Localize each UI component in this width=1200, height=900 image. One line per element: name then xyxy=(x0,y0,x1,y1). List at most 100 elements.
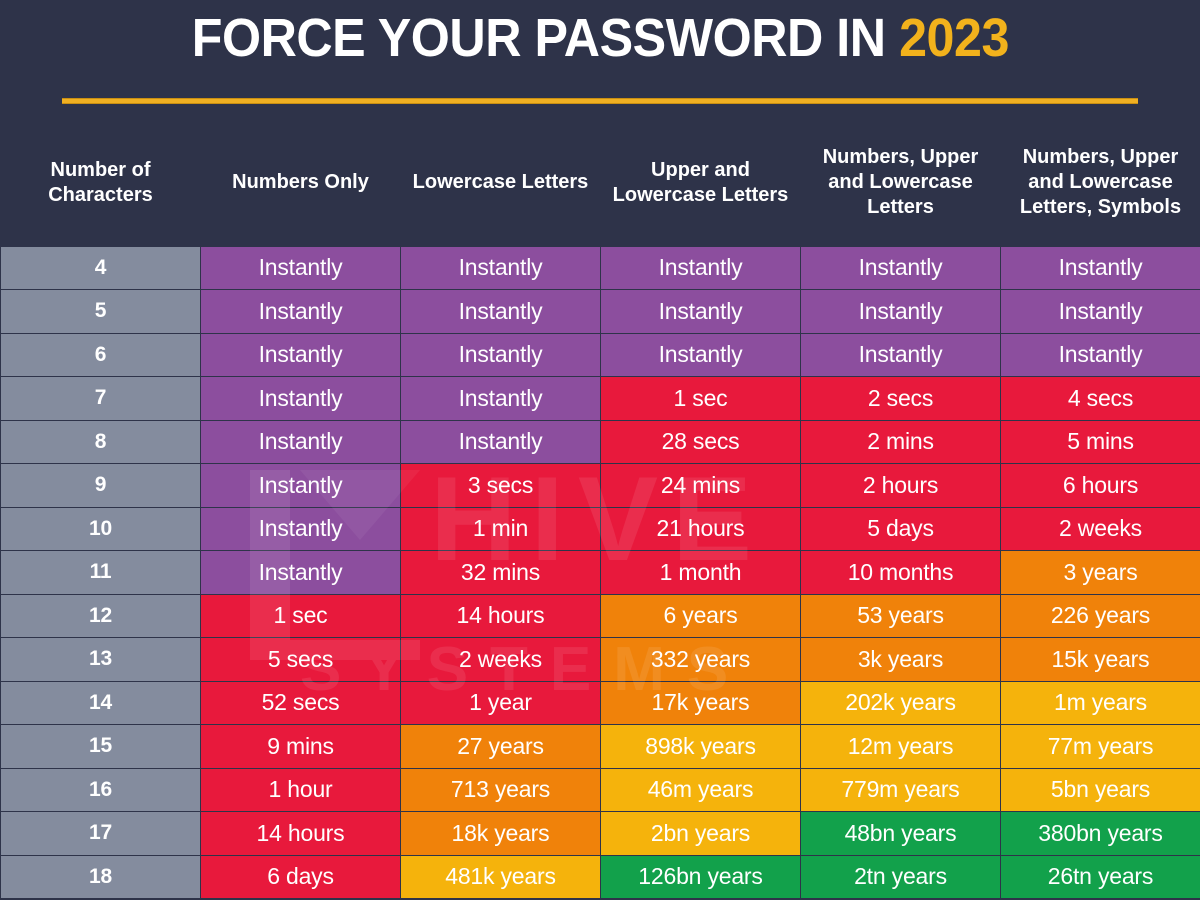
crack-time-cell: 14 hours xyxy=(200,811,401,856)
crack-time-cell: 380bn years xyxy=(1000,811,1200,856)
crack-time-cell: 481k years xyxy=(400,854,601,899)
column-header-number-of-characters: Number of Characters xyxy=(0,128,201,246)
column-header-lowercase-letters: Lowercase Letters xyxy=(400,128,601,246)
crack-time-cell: 2bn years xyxy=(600,811,801,856)
crack-time-cell: 12m years xyxy=(800,724,1001,769)
crack-time-cell: Instantly xyxy=(200,245,401,290)
table-row: 16 1 hour 713 years 46m years 779m years 5bn … xyxy=(0,767,1200,812)
row-header-character-count: 6 xyxy=(0,332,201,377)
crack-time-cell: 52 secs xyxy=(200,680,401,725)
crack-time-cell: 18k years xyxy=(400,811,601,856)
crack-time-cell: 713 years xyxy=(400,767,601,812)
crack-time-cell: Instantly xyxy=(400,289,601,334)
crack-time-cell: 77m years xyxy=(1000,724,1200,769)
crack-time-cell: 202k years xyxy=(800,680,1001,725)
crack-time-cell: 5bn years xyxy=(1000,767,1200,812)
table-row: 5 Instantly Instantly Instantly Instantly Ins… xyxy=(0,289,1200,334)
crack-time-cell: 2 weeks xyxy=(400,637,601,682)
row-header-character-count: 16 xyxy=(0,767,201,812)
crack-time-cell: 5 mins xyxy=(1000,419,1200,464)
column-header-numbers-upper-lower-symbols: Numbers, Upper and Lowercase Letters, Sy… xyxy=(1000,128,1200,246)
crack-time-cell: Instantly xyxy=(1000,289,1200,334)
crack-time-cell: 1m years xyxy=(1000,680,1200,725)
crack-time-cell: Instantly xyxy=(200,550,401,595)
crack-time-cell: 1 year xyxy=(400,680,601,725)
crack-time-cell: 17k years xyxy=(600,680,801,725)
table-row: 18 6 days 481k years 126bn years 2tn years 26… xyxy=(0,854,1200,899)
table-row: 7 Instantly Instantly 1 sec 2 secs 4 secs xyxy=(0,376,1200,421)
crack-time-cell: 5 days xyxy=(800,506,1001,551)
table-row: 11 Instantly 32 mins 1 month 10 months 3 year… xyxy=(0,550,1200,595)
row-header-character-count: 8 xyxy=(0,419,201,464)
crack-time-cell: 6 hours xyxy=(1000,463,1200,508)
crack-time-cell: Instantly xyxy=(600,332,801,377)
crack-time-cell: 2 mins xyxy=(800,419,1001,464)
column-header-numbers-only: Numbers Only xyxy=(200,128,401,246)
crack-time-cell: Instantly xyxy=(200,332,401,377)
page-title-year: 2023 xyxy=(898,8,1009,68)
crack-time-cell: 2 weeks xyxy=(1000,506,1200,551)
row-header-character-count: 7 xyxy=(0,376,201,421)
row-header-character-count: 11 xyxy=(0,550,201,595)
row-header-character-count: 10 xyxy=(0,506,201,551)
column-header-upper-lowercase: Upper and Lowercase Letters xyxy=(600,128,801,246)
table-header: Number of Characters Numbers Only Lowerc… xyxy=(0,128,1200,246)
crack-time-cell: Instantly xyxy=(800,245,1001,290)
crack-time-cell: 10 months xyxy=(800,550,1001,595)
crack-time-cell: 898k years xyxy=(600,724,801,769)
crack-time-cell: Instantly xyxy=(600,289,801,334)
page-title: FORCE YOUR PASSWORD IN 2023 xyxy=(191,8,1009,68)
crack-time-cell: Instantly xyxy=(1000,332,1200,377)
row-header-character-count: 14 xyxy=(0,680,201,725)
crack-time-cell: 46m years xyxy=(600,767,801,812)
page-title-bar: FORCE YOUR PASSWORD IN 2023 xyxy=(0,0,1200,88)
table-row: 12 1 sec 14 hours 6 years 53 years 226 years xyxy=(0,593,1200,638)
row-header-character-count: 17 xyxy=(0,811,201,856)
crack-time-cell: 28 secs xyxy=(600,419,801,464)
crack-time-cell: Instantly xyxy=(1000,245,1200,290)
row-header-character-count: 4 xyxy=(0,245,201,290)
crack-time-cell: 48bn years xyxy=(800,811,1001,856)
row-header-character-count: 5 xyxy=(0,289,201,334)
crack-time-cell: 2 hours xyxy=(800,463,1001,508)
crack-time-cell: 126bn years xyxy=(600,854,801,899)
row-header-character-count: 15 xyxy=(0,724,201,769)
table-header-row: Number of Characters Numbers Only Lowerc… xyxy=(0,128,1200,246)
crack-time-cell: 3 secs xyxy=(400,463,601,508)
crack-time-cell: 3 years xyxy=(1000,550,1200,595)
crack-time-cell: 53 years xyxy=(800,593,1001,638)
crack-time-cell: 26tn years xyxy=(1000,854,1200,899)
crack-time-cell: 27 years xyxy=(400,724,601,769)
crack-time-cell: Instantly xyxy=(400,332,601,377)
row-header-character-count: 12 xyxy=(0,593,201,638)
crack-time-cell: Instantly xyxy=(400,245,601,290)
row-header-character-count: 18 xyxy=(0,854,201,899)
crack-time-cell: Instantly xyxy=(200,376,401,421)
crack-time-cell: 1 hour xyxy=(200,767,401,812)
row-header-character-count: 9 xyxy=(0,463,201,508)
column-header-numbers-upper-lowercase: Numbers, Upper and Lowercase Letters xyxy=(800,128,1001,246)
crack-time-cell: 6 years xyxy=(600,593,801,638)
gold-divider xyxy=(62,98,1138,104)
table-row: 13 5 secs 2 weeks 332 years 3k years 15k year… xyxy=(0,637,1200,682)
table-row: 9 Instantly 3 secs 24 mins 2 hours 6 hours xyxy=(0,463,1200,508)
crack-time-cell: 5 secs xyxy=(200,637,401,682)
crack-time-cell: 226 years xyxy=(1000,593,1200,638)
crack-time-cell: 21 hours xyxy=(600,506,801,551)
crack-time-cell: 1 sec xyxy=(600,376,801,421)
crack-time-cell: 2 secs xyxy=(800,376,1001,421)
crack-time-cell: 1 sec xyxy=(200,593,401,638)
crack-time-cell: 2tn years xyxy=(800,854,1001,899)
crack-time-cell: 15k years xyxy=(1000,637,1200,682)
crack-time-cell: Instantly xyxy=(200,289,401,334)
crack-time-cell: Instantly xyxy=(200,463,401,508)
crack-time-cell: Instantly xyxy=(800,332,1001,377)
table-row: 10 Instantly 1 min 21 hours 5 days 2 weeks xyxy=(0,506,1200,551)
crack-time-cell: 32 mins xyxy=(400,550,601,595)
crack-time-cell: 3k years xyxy=(800,637,1001,682)
table-row: 17 14 hours 18k years 2bn years 48bn years 38… xyxy=(0,811,1200,856)
crack-time-cell: Instantly xyxy=(400,376,601,421)
table-row: 6 Instantly Instantly Instantly Instantly Ins… xyxy=(0,332,1200,377)
crack-time-cell: 4 secs xyxy=(1000,376,1200,421)
crack-time-cell: 24 mins xyxy=(600,463,801,508)
